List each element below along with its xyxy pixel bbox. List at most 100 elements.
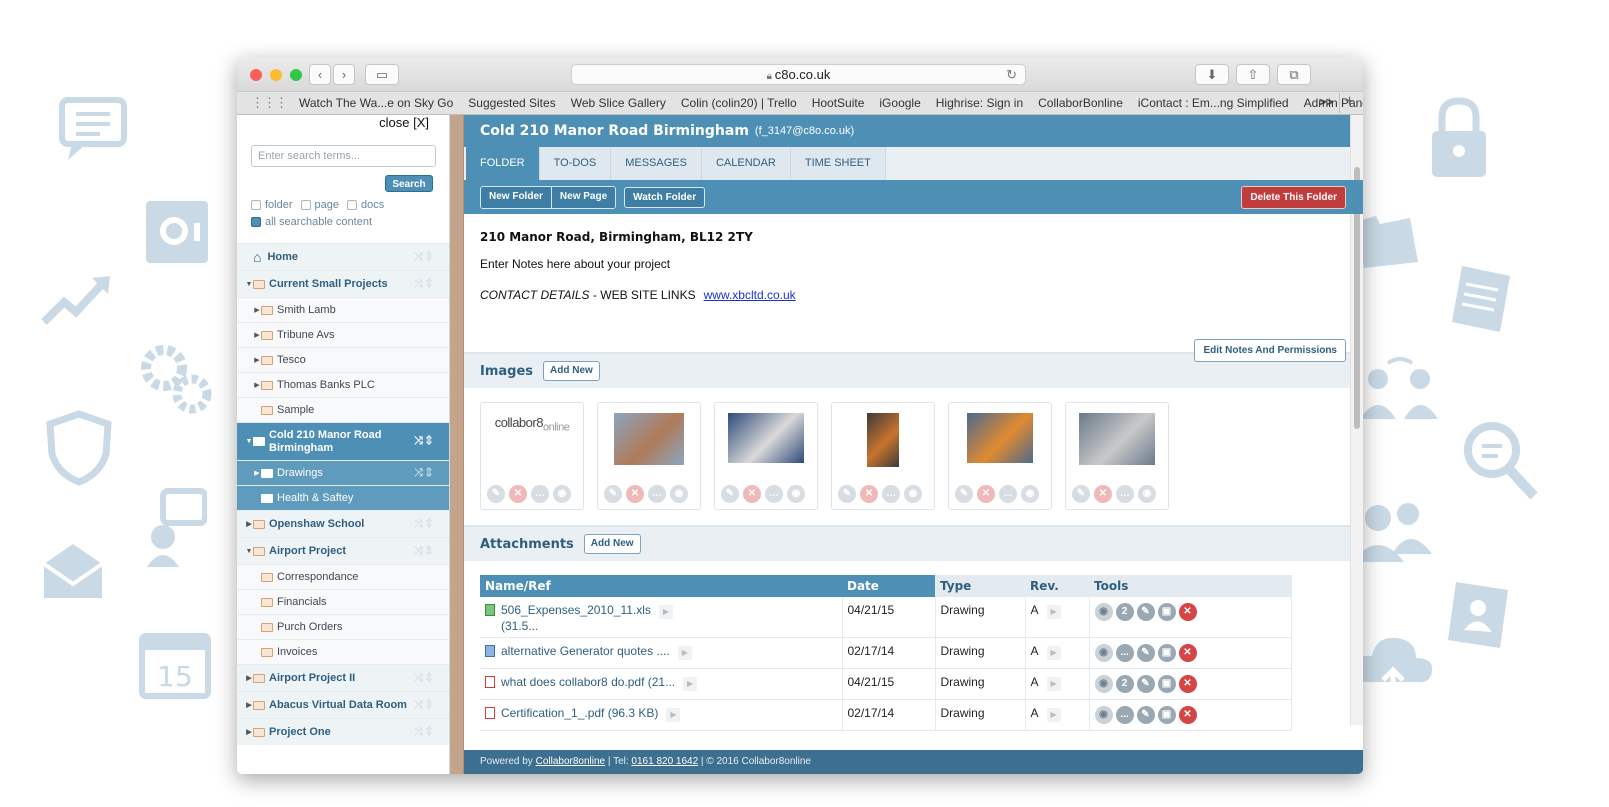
delete-icon[interactable]: ✕ [509,485,527,503]
file-link[interactable]: what does collabor8 do.pdf (21... [501,675,675,689]
move-sort-icon[interactable]: ⤨⇕ [414,518,435,531]
tab-folder[interactable]: FOLDER [466,147,540,180]
lock-icon[interactable]: ▣ [1157,706,1176,724]
sidebar-item[interactable]: ▼ Airport Project ⤨⇕ [237,537,449,564]
delete-icon[interactable]: ✕ [860,485,878,503]
expand-icon[interactable]: ▶ [683,677,698,691]
sidebar-item[interactable]: ⌂ Home ⤨⇕ [237,243,449,270]
view-icon[interactable]: ◉ [670,485,688,503]
bookmark-item[interactable]: CollaborBonline [1038,96,1123,110]
delete-icon[interactable]: ✕ [1178,706,1197,724]
docs-checkbox[interactable] [347,200,358,210]
view-icon[interactable]: ◉ [553,485,571,503]
sidebar-item[interactable]: ▶ Thomas Banks PLC [237,372,449,397]
watch-folder-button[interactable]: Watch Folder [624,186,706,208]
expanded-arrow-icon[interactable]: ▼ [245,281,253,288]
collapsed-arrow-icon[interactable]: ▶ [253,381,261,389]
edit-icon[interactable]: ✎ [955,485,973,503]
expand-icon[interactable]: ▶ [677,646,692,660]
delete-icon[interactable]: ✕ [977,485,995,503]
move-sort-icon[interactable]: ⤨⇕ [414,545,435,558]
tab-todos[interactable]: TO-DOS [539,147,612,180]
file-link[interactable]: 506_Expenses_2010_11.xls [501,603,651,617]
sidebar-item[interactable]: ▶ Airport Project II ⤨⇕ [237,664,449,691]
sidebar-item[interactable]: ▶ Tribune Avs [237,322,449,347]
edit-icon[interactable]: ✎ [604,485,622,503]
website-link[interactable]: www.xbcltd.co.uk [704,288,796,302]
edit-icon[interactable]: ✎ [1136,706,1155,724]
add-image-button[interactable]: Add New [543,361,600,381]
sidebar-item[interactable]: Sample [237,397,449,422]
collapsed-arrow-icon[interactable]: ▶ [245,520,253,528]
table-row[interactable]: what does collabor8 do.pdf (21... ▶ 04/21/… [480,668,1292,700]
search-button[interactable]: Search [385,175,433,192]
sidebar-item[interactable]: ▶ Project One ⤨⇕ [237,718,449,745]
comments-badge[interactable]: 2 [1115,603,1134,621]
image-card[interactable]: ✎ ✕… ◉ [948,402,1052,510]
view-icon[interactable]: ◉ [1094,675,1113,693]
comments-badge[interactable]: 2 [1115,675,1134,693]
view-icon[interactable]: ◉ [1138,485,1156,503]
image-thumbnail[interactable] [967,413,1033,463]
forward-button[interactable]: › [333,64,355,85]
revision-expand-icon[interactable]: ▶ [1046,708,1061,722]
sidebar-splitter[interactable] [450,115,464,774]
collapsed-arrow-icon[interactable]: ▶ [245,674,253,682]
view-icon[interactable]: ◉ [904,485,922,503]
revision-expand-icon[interactable]: ▶ [1046,646,1061,660]
column-date[interactable]: Date [842,575,935,597]
sidebar-item[interactable]: Purch Orders [237,614,449,639]
close-sidebar-link[interactable]: close [X] [379,115,429,130]
table-row[interactable]: alternative Generator quotes .... ▶ 02/17/… [480,637,1292,669]
move-sort-icon[interactable]: ⤨⇕ [414,672,435,685]
address-bar[interactable]: 🔒︎ c8o.co.uk ↻ [571,64,1026,85]
delete-icon[interactable]: ✕ [1094,485,1112,503]
bookmark-item[interactable]: Web Slice Gallery [571,96,666,110]
comment-icon[interactable]: … [1116,485,1134,503]
bookmark-item[interactable]: Highrise: Sign in [936,96,1023,110]
view-icon[interactable]: ◉ [1094,603,1113,621]
edit-icon[interactable]: ✎ [721,485,739,503]
sidebar-item[interactable]: ▶ Tesco [237,347,449,372]
expand-icon[interactable]: ▶ [666,708,681,722]
view-icon[interactable]: ◉ [787,485,805,503]
comment-icon[interactable]: … [531,485,549,503]
comments-badge[interactable]: ... [1115,644,1134,662]
bookmark-item[interactable]: iContact : Em...ng Simplified [1138,96,1289,110]
delete-folder-button[interactable]: Delete This Folder [1241,186,1346,209]
move-sort-icon[interactable]: ⤨⇕ [414,278,435,291]
page-checkbox[interactable] [300,200,311,210]
view-icon[interactable]: ◉ [1021,485,1039,503]
bookmark-item[interactable]: Suggested Sites [468,96,555,110]
edit-icon[interactable]: ✎ [838,485,856,503]
sidebar-item[interactable]: ▶ Abacus Virtual Data Room ⤨⇕ [237,691,449,718]
revision-expand-icon[interactable]: ▶ [1046,605,1061,619]
view-icon[interactable]: ◉ [1094,706,1113,724]
image-thumbnail[interactable] [1079,413,1155,465]
column-name[interactable]: Name/Ref [480,575,842,597]
reload-icon[interactable]: ↻ [1006,65,1017,84]
sidebar-item[interactable]: Financials [237,589,449,614]
collapsed-arrow-icon[interactable]: ▶ [245,728,253,736]
delete-icon[interactable]: ✕ [1178,603,1197,621]
bookmark-item[interactable]: HootSuite [812,96,865,110]
search-input[interactable]: Enter search terms... [251,145,436,167]
bookmark-item[interactable]: iGoogle [879,96,920,110]
edit-icon[interactable]: ✎ [487,485,505,503]
lock-icon[interactable]: ▣ [1157,603,1176,621]
collapsed-arrow-icon[interactable]: ▶ [245,701,253,709]
comment-icon[interactable]: … [648,485,666,503]
tab-messages[interactable]: MESSAGES [611,147,702,180]
download-icon[interactable]: ⬇ [1195,64,1229,85]
comments-badge[interactable]: ... [1115,706,1134,724]
image-card[interactable]: ✎ ✕… ◉ [714,402,818,510]
sidebar-item[interactable]: Correspondance [237,564,449,589]
image-thumbnail[interactable] [867,413,899,467]
sidebar-item[interactable]: ▼ Cold 210 Manor Road Birmingham ⤨⇕ [237,422,449,460]
delete-icon[interactable]: ✕ [626,485,644,503]
delete-icon[interactable]: ✕ [1178,644,1197,662]
share-icon[interactable]: ⇧ [1236,64,1270,85]
image-card[interactable]: ✎ ✕… ◉ [831,402,935,510]
move-sort-icon[interactable]: ⤨⇕ [414,699,435,712]
bookmark-item[interactable]: Colin (colin20) | Trello [681,96,797,110]
